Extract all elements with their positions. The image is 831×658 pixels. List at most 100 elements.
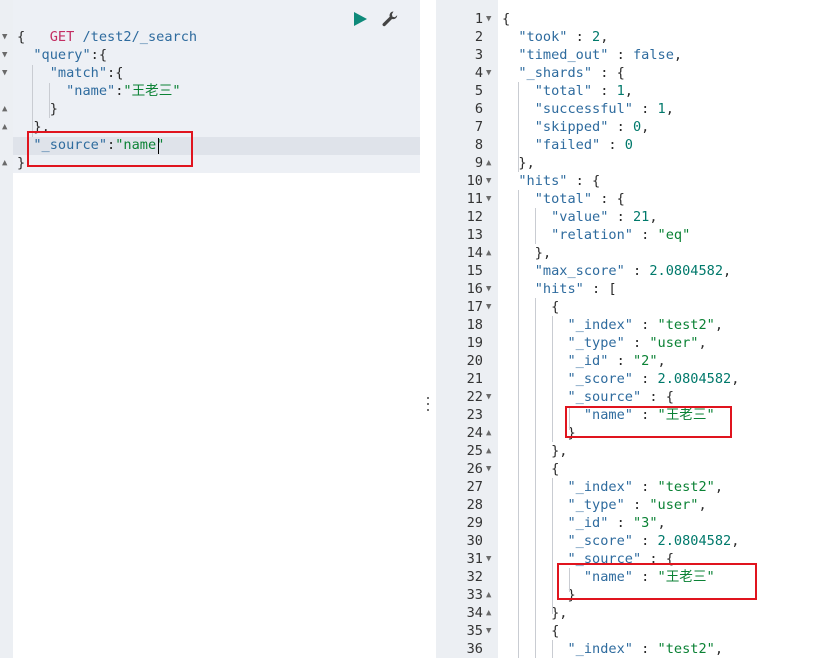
response-code-line: "_type" : "user", [567,497,707,513]
highlight-box-source [27,131,193,167]
http-method: GET [49,29,75,45]
request-code-line[interactable]: "name":"王老三" [17,82,180,100]
line-number: 33 [466,587,483,603]
response-code-line: { [551,623,560,639]
line-number: 32 [466,569,483,585]
line-number: 22 [466,389,483,405]
response-code-line: { [551,461,560,477]
line-number: 7 [474,119,483,135]
line-number: 4 [474,65,483,81]
response-code-line: "failed" : 0 [534,137,633,153]
request-editor[interactable]: GET /test2/_search { "query":{ "match":{… [0,0,420,658]
request-line[interactable]: GET /test2/_search [17,10,197,45]
fold-toggle-icon[interactable]: ▼ [486,10,491,28]
line-number: 30 [466,533,483,549]
line-number: 16 [466,281,483,297]
response-code-line: "_shards" : { [518,65,625,81]
response-code-line: "_id" : "3", [567,515,666,531]
response-code-line: "timed_out" : false, [518,47,683,63]
line-number: 10 [466,173,483,189]
vertical-dots-icon[interactable] [426,396,430,412]
request-code-line[interactable]: { [17,28,25,46]
fold-toggle-icon[interactable]: ▼ [2,64,7,82]
fold-toggle-icon[interactable]: ▼ [486,388,491,406]
response-code-line: "_score" : 2.0804582, [567,371,740,387]
indent-guide [518,190,519,658]
line-number: 23 [466,407,483,423]
indent-guide [552,478,553,614]
fold-toggle-icon[interactable]: ▲ [486,604,491,622]
line-number: 6 [474,101,483,117]
line-number: 28 [466,497,483,513]
play-icon[interactable] [352,11,368,27]
line-number: 29 [466,515,483,531]
line-number: 3 [474,47,483,63]
response-code-line: "hits" : { [518,173,601,189]
pane-splitter[interactable] [420,0,436,658]
line-number: 12 [466,209,483,225]
indent-guide [535,298,536,658]
indent-guide [518,82,519,172]
response-code-line: "relation" : "eq" [551,227,691,243]
fold-toggle-icon[interactable]: ▲ [2,100,7,118]
fold-toggle-icon[interactable]: ▼ [486,172,491,190]
fold-toggle-icon[interactable]: ▲ [486,442,491,460]
response-code-line: "_score" : 2.0804582, [567,533,740,549]
response-code-line: { [551,299,560,315]
fold-toggle-icon[interactable]: ▼ [2,28,7,46]
response-code-line: "total" : { [534,191,625,207]
fold-toggle-icon[interactable]: ▼ [2,46,7,64]
response-code-line: "value" : 21, [551,209,658,225]
request-code-line[interactable]: "match":{ [17,64,124,82]
response-code-line: "_source" : { [567,389,674,405]
fold-toggle-icon[interactable]: ▲ [486,244,491,262]
request-path: /test2/_search [82,29,198,45]
fold-toggle-icon[interactable]: ▼ [486,280,491,298]
response-code-line: "max_score" : 2.0804582, [534,263,732,279]
request-gutter [0,0,13,658]
line-number: 18 [466,317,483,333]
fold-toggle-icon[interactable]: ▲ [486,424,491,442]
line-number: 20 [466,353,483,369]
request-code-line[interactable]: } [17,154,25,172]
request-code-line[interactable]: } [17,100,58,118]
line-number: 2 [474,29,483,45]
line-number: 21 [466,371,483,387]
line-number: 36 [466,641,483,657]
line-number: 11 [466,191,483,207]
line-number: 5 [474,83,483,99]
line-number: 8 [474,137,483,153]
fold-toggle-icon[interactable]: ▼ [486,622,491,640]
highlight-box-hit-2 [557,563,757,600]
fold-toggle-icon[interactable]: ▲ [486,586,491,604]
line-number: 1 [474,11,483,27]
fold-toggle-icon[interactable]: ▼ [486,460,491,478]
highlight-box-hit-1 [565,406,732,438]
fold-toggle-icon[interactable]: ▼ [486,190,491,208]
response-code-line: "successful" : 1, [534,101,674,117]
response-code-line: "_id" : "2", [567,353,666,369]
response-code-line: { [502,11,511,27]
line-number: 19 [466,335,483,351]
request-code-line[interactable]: "query":{ [17,46,107,64]
response-code-line: "took" : 2, [518,29,609,45]
fold-toggle-icon[interactable]: ▲ [2,154,7,172]
response-code-line: "_type" : "user", [567,335,707,351]
response-code-line: }, [534,245,552,261]
fold-toggle-icon[interactable]: ▼ [486,298,491,316]
line-number: 17 [466,299,483,315]
indent-guide [535,208,536,244]
response-code-line: "hits" : [ [534,281,617,297]
line-number: 13 [466,227,483,243]
line-number: 15 [466,263,483,279]
fold-toggle-icon[interactable]: ▲ [2,118,7,136]
line-number: 34 [466,605,483,621]
line-number: 27 [466,479,483,495]
indent-guide [552,640,553,658]
fold-toggle-icon[interactable]: ▼ [486,64,491,82]
indent-guide [552,316,553,442]
fold-toggle-icon[interactable]: ▲ [486,154,491,172]
wrench-icon[interactable] [381,10,399,28]
fold-toggle-icon[interactable]: ▼ [486,550,491,568]
line-number: 35 [466,623,483,639]
